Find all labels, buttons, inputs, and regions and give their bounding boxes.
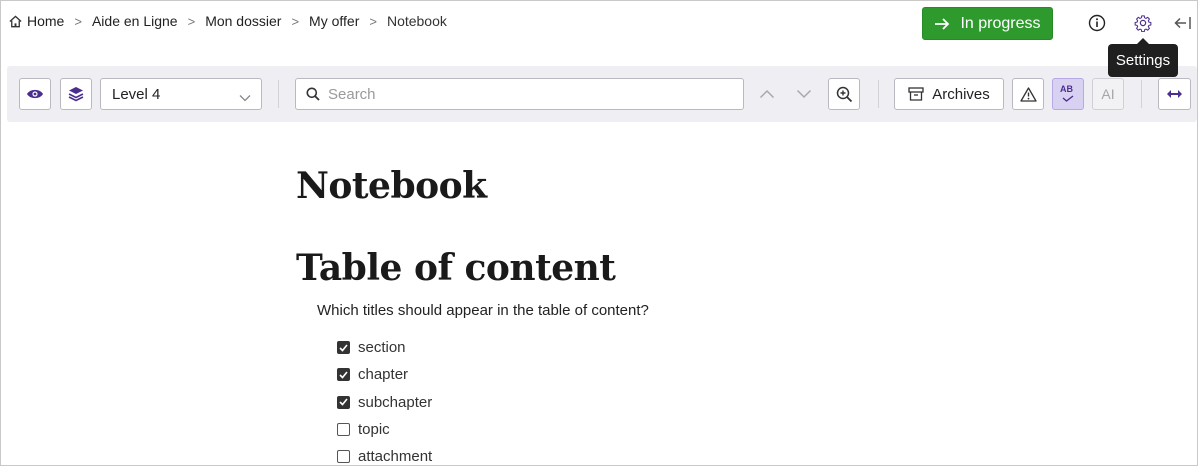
toolbar-divider bbox=[278, 80, 279, 108]
toc-option-label: chapter bbox=[358, 366, 409, 384]
info-icon[interactable] bbox=[1087, 13, 1107, 33]
breadcrumb-mon-dossier[interactable]: Mon dossier bbox=[205, 13, 281, 29]
search-icon bbox=[306, 87, 320, 101]
checkbox-unchecked[interactable] bbox=[337, 423, 350, 437]
breadcrumb-separator: > bbox=[187, 13, 196, 29]
toc-option-label: attachment bbox=[358, 448, 433, 466]
editor-toolbar: Level 4 Archives AB AI bbox=[7, 66, 1197, 122]
arrow-right-icon bbox=[935, 17, 950, 30]
home-icon bbox=[8, 14, 23, 29]
checkbox-unchecked[interactable] bbox=[337, 450, 350, 464]
breadcrumb-home-label: Home bbox=[27, 13, 65, 29]
level-select[interactable]: Level 4 bbox=[100, 78, 262, 110]
layers-button[interactable] bbox=[60, 78, 92, 110]
ai-button[interactable]: AI bbox=[1092, 78, 1124, 110]
toolbar-divider bbox=[878, 80, 879, 108]
status-in-progress-button[interactable]: In progress bbox=[922, 7, 1053, 40]
warnings-button[interactable] bbox=[1012, 78, 1044, 110]
checkbox-checked[interactable] bbox=[337, 341, 350, 355]
gear-icon[interactable] bbox=[1133, 13, 1153, 33]
document-title: Notebook bbox=[296, 165, 487, 207]
breadcrumb-separator: > bbox=[369, 13, 377, 29]
toc-option-label: subchapter bbox=[358, 393, 433, 411]
chevron-down-icon bbox=[239, 89, 251, 106]
zoom-in-icon bbox=[836, 86, 852, 102]
search-input[interactable] bbox=[326, 84, 726, 104]
spellcheck-button[interactable]: AB bbox=[1052, 78, 1084, 110]
archives-button[interactable]: Archives bbox=[894, 78, 1004, 110]
toc-option-subchapter[interactable]: subchapter bbox=[337, 389, 432, 416]
toc-option-label: topic bbox=[358, 421, 390, 439]
breadcrumb-separator: > bbox=[74, 13, 82, 29]
toc-options-list: section chapter subchapter topic attachm… bbox=[337, 334, 432, 470]
expand-width-button[interactable] bbox=[1158, 78, 1191, 110]
top-bar: Home > Aide en Ligne > Mon dossier > My … bbox=[1, 1, 1197, 77]
breadcrumb-my-offer[interactable]: My offer bbox=[309, 13, 359, 29]
status-label: In progress bbox=[960, 14, 1041, 32]
toc-option-topic[interactable]: topic bbox=[337, 416, 432, 443]
search-field[interactable] bbox=[295, 78, 744, 110]
toc-question: Which titles should appear in the table … bbox=[317, 302, 649, 319]
checkbox-checked[interactable] bbox=[337, 395, 350, 409]
archive-box-icon bbox=[908, 87, 924, 101]
checkbox-checked[interactable] bbox=[337, 368, 350, 382]
warning-icon bbox=[1019, 86, 1037, 102]
ai-label: AI bbox=[1101, 86, 1115, 102]
layers-icon bbox=[68, 87, 84, 102]
toc-option-label: section bbox=[358, 339, 406, 357]
chevron-up-icon[interactable] bbox=[759, 86, 775, 102]
visibility-button[interactable] bbox=[19, 78, 51, 110]
settings-tooltip: Settings bbox=[1108, 38, 1178, 77]
breadcrumb-home[interactable]: Home bbox=[8, 13, 64, 29]
toc-heading: Table of content bbox=[296, 247, 616, 289]
arrow-left-bar-icon[interactable] bbox=[1173, 13, 1193, 33]
level-select-value: Level 4 bbox=[112, 85, 161, 103]
toolbar-divider bbox=[1141, 80, 1142, 108]
spellcheck-icon: AB bbox=[1059, 84, 1077, 103]
eye-icon bbox=[27, 89, 43, 99]
zoom-in-button[interactable] bbox=[828, 78, 860, 110]
breadcrumb-notebook: Notebook bbox=[386, 13, 447, 29]
breadcrumb-aide-en-ligne[interactable]: Aide en Ligne bbox=[92, 13, 178, 29]
toc-option-section[interactable]: section bbox=[337, 334, 432, 361]
spellcheck-label: AB bbox=[1060, 84, 1073, 94]
arrows-horizontal-icon bbox=[1167, 90, 1182, 98]
breadcrumb: Home > Aide en Ligne > Mon dossier > My … bbox=[8, 13, 447, 29]
archives-label: Archives bbox=[932, 85, 990, 103]
toc-option-chapter[interactable]: chapter bbox=[337, 361, 432, 388]
breadcrumb-separator: > bbox=[291, 13, 300, 29]
chevron-down-icon[interactable] bbox=[796, 86, 812, 102]
